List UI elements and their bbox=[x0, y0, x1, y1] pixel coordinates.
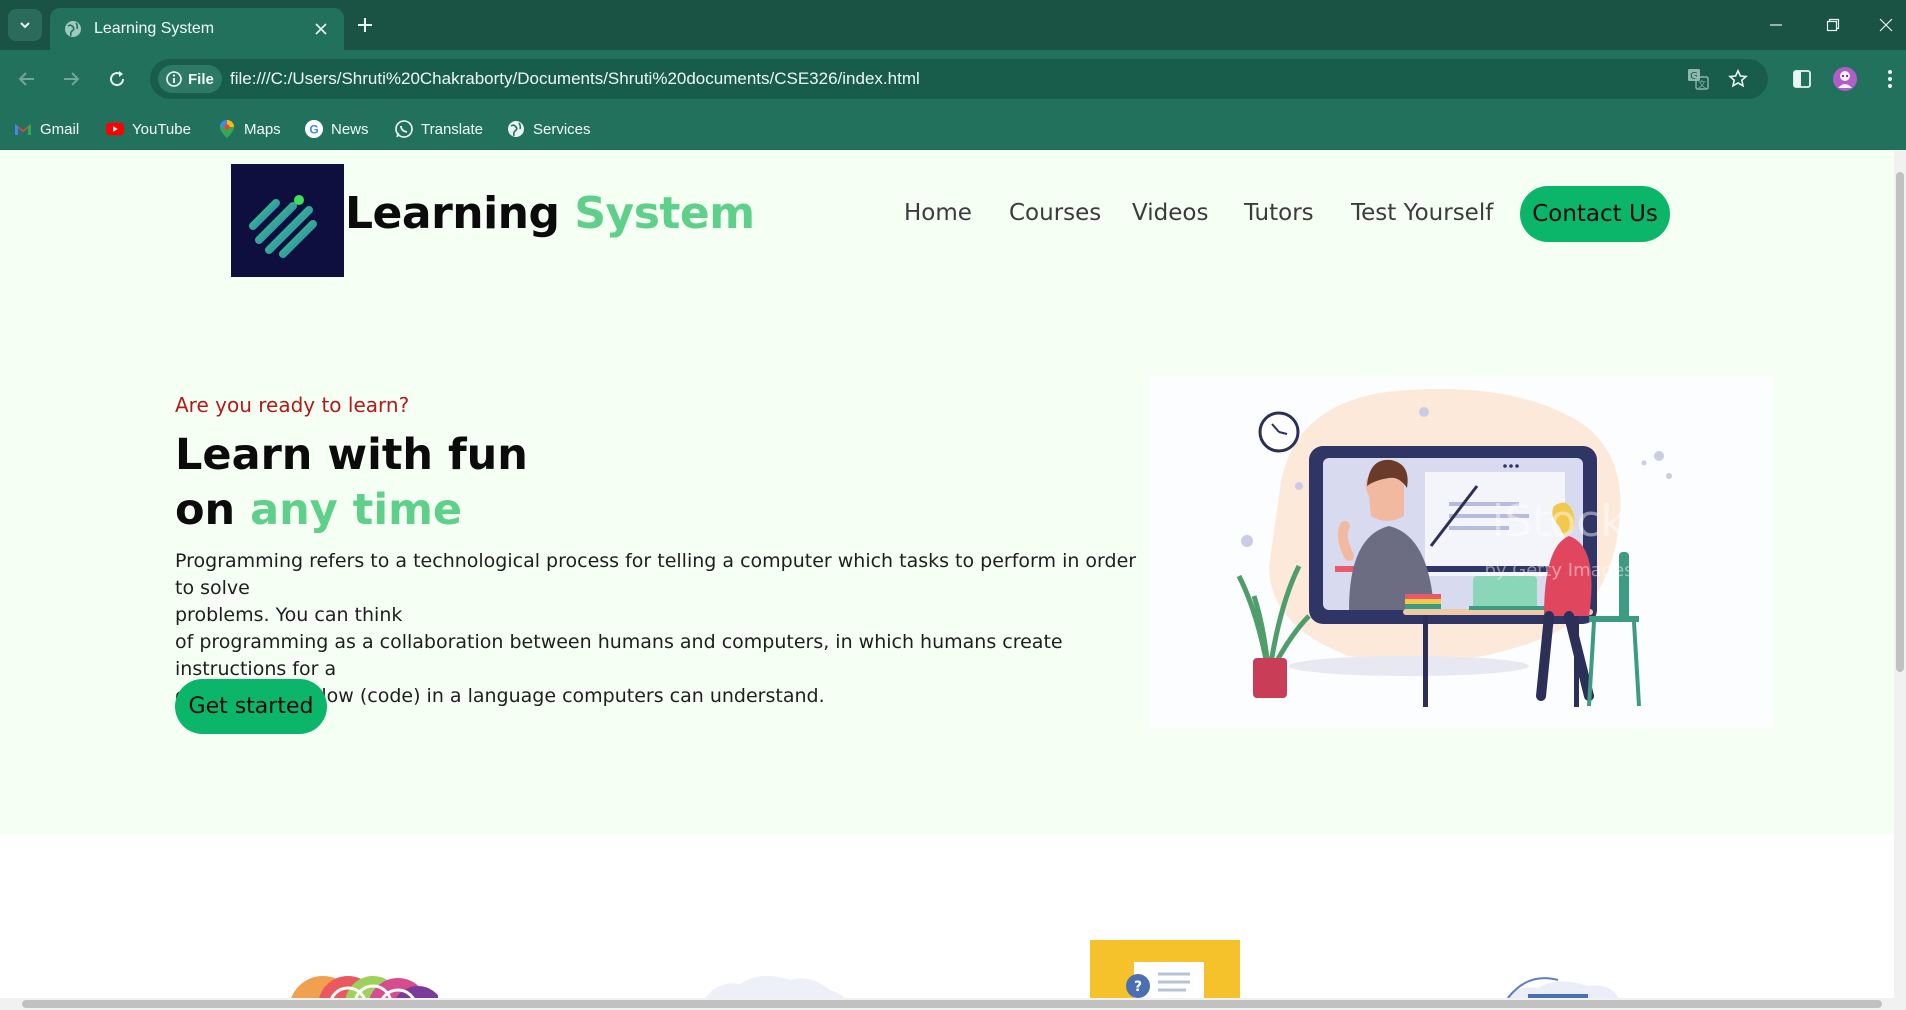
svg-text:?: ? bbox=[1134, 979, 1142, 995]
hero-description: Programming refers to a technological pr… bbox=[175, 548, 1155, 710]
bookmark-label: YouTube bbox=[132, 120, 191, 138]
hero-eyebrow: Are you ready to learn? bbox=[175, 393, 410, 417]
browser-tab[interactable]: Learning System bbox=[50, 8, 344, 50]
bookmark-label: Translate bbox=[421, 120, 483, 138]
profile-avatar[interactable] bbox=[1830, 64, 1860, 94]
description-line: problems. You can think bbox=[175, 604, 403, 626]
arrow-left-icon bbox=[18, 72, 34, 86]
plus-icon bbox=[358, 18, 372, 32]
scrollbar-thumb[interactable] bbox=[22, 1000, 1882, 1008]
vertical-scrollbar[interactable] bbox=[1894, 150, 1906, 1010]
site-chip-label: File bbox=[188, 70, 214, 88]
contact-us-button[interactable]: Contact Us bbox=[1520, 186, 1670, 242]
close-window-button[interactable] bbox=[1866, 10, 1906, 40]
whatsapp-icon bbox=[395, 120, 413, 138]
hero-headline: Learn with fun on any time bbox=[175, 428, 528, 538]
close-icon bbox=[1879, 18, 1893, 32]
youtube-icon bbox=[106, 120, 124, 138]
image-watermark: iStock bbox=[1492, 496, 1627, 547]
headline-line-1: Learn with fun bbox=[175, 430, 528, 480]
globe-icon bbox=[64, 20, 82, 38]
page-viewport: Learning System Home Courses Videos Tuto… bbox=[0, 150, 1906, 1010]
restore-icon bbox=[1826, 18, 1840, 32]
minimize-button[interactable] bbox=[1753, 10, 1799, 40]
translate-icon[interactable]: G文 bbox=[1686, 67, 1710, 91]
site-logo[interactable] bbox=[231, 164, 344, 277]
bookmark-star-icon[interactable] bbox=[1726, 67, 1750, 91]
bookmark-label: News bbox=[331, 120, 369, 138]
browser-toolbar: File file:///C:/Users/Shruti%20Chakrabor… bbox=[0, 50, 1906, 108]
avatar-icon bbox=[1833, 67, 1857, 91]
info-icon bbox=[166, 71, 182, 87]
tab-title: Learning System bbox=[94, 20, 215, 37]
nav-tutors[interactable]: Tutors bbox=[1244, 200, 1314, 226]
description-line: of programming as a collaboration betwee… bbox=[175, 631, 1063, 680]
bookmark-maps[interactable]: Maps bbox=[218, 116, 281, 142]
gmail-icon bbox=[14, 120, 32, 138]
bookmark-news[interactable]: G News bbox=[305, 116, 369, 142]
description-line: Programming refers to a technological pr… bbox=[175, 550, 1137, 599]
bookmark-label: Services bbox=[533, 120, 591, 138]
google-news-icon: G bbox=[305, 120, 323, 138]
chevron-down-icon bbox=[20, 22, 30, 29]
site-info-chip[interactable]: File bbox=[158, 65, 222, 93]
nav-courses[interactable]: Courses bbox=[1009, 200, 1101, 226]
forward-button[interactable] bbox=[56, 64, 86, 94]
headline-on: on bbox=[175, 485, 236, 535]
get-started-button[interactable]: Get started bbox=[175, 679, 327, 734]
image-watermark-credit: by Getty Images bbox=[1484, 560, 1633, 581]
new-tab-button[interactable] bbox=[352, 12, 378, 38]
brand-title[interactable]: Learning System bbox=[345, 188, 755, 239]
close-icon[interactable] bbox=[312, 20, 330, 38]
reload-button[interactable] bbox=[102, 64, 132, 94]
scrollbar-thumb[interactable] bbox=[1896, 172, 1904, 672]
back-button[interactable] bbox=[12, 64, 42, 94]
more-menu-icon[interactable] bbox=[1879, 64, 1901, 94]
nav-home[interactable]: Home bbox=[904, 200, 972, 226]
bookmark-label: Gmail bbox=[40, 120, 80, 138]
url-text[interactable]: file:///C:/Users/Shruti%20Chakraborty/Do… bbox=[230, 59, 920, 99]
tab-strip: Learning System bbox=[0, 0, 1906, 50]
bookmarks-bar: Gmail YouTube Maps G News Translate Serv… bbox=[0, 108, 1906, 150]
nav-videos[interactable]: Videos bbox=[1132, 200, 1208, 226]
bookmark-gmail[interactable]: Gmail bbox=[14, 116, 79, 142]
maps-icon bbox=[218, 120, 236, 138]
bookmark-translate[interactable]: Translate bbox=[395, 116, 483, 142]
bookmark-label: Maps bbox=[244, 120, 281, 138]
tab-search-button[interactable] bbox=[8, 9, 42, 41]
hero-illustration: iStock by Getty Images bbox=[1149, 376, 1773, 728]
side-panel-icon[interactable] bbox=[1787, 64, 1817, 94]
brand-primary: Learning bbox=[345, 188, 560, 239]
brand-accent: System bbox=[574, 188, 755, 239]
minimize-icon bbox=[1770, 24, 1782, 26]
bookmark-youtube[interactable]: YouTube bbox=[106, 116, 191, 142]
reload-icon bbox=[110, 71, 125, 87]
restore-button[interactable] bbox=[1810, 10, 1856, 40]
address-bar[interactable]: File file:///C:/Users/Shruti%20Chakrabor… bbox=[150, 59, 1768, 99]
horizontal-scrollbar[interactable] bbox=[0, 998, 1906, 1010]
bookmark-services[interactable]: Services bbox=[507, 116, 591, 142]
svg-text:文: 文 bbox=[1698, 79, 1706, 89]
feature-image-3: ? bbox=[1090, 940, 1240, 1005]
arrow-right-icon bbox=[64, 72, 80, 86]
logo-stripes-icon bbox=[249, 195, 317, 258]
nav-test-yourself[interactable]: Test Yourself bbox=[1351, 200, 1493, 226]
svg-text:G: G bbox=[309, 123, 318, 137]
headline-line-2: on any time bbox=[175, 483, 528, 538]
headline-accent: any time bbox=[250, 485, 463, 535]
globe-icon bbox=[507, 120, 525, 138]
